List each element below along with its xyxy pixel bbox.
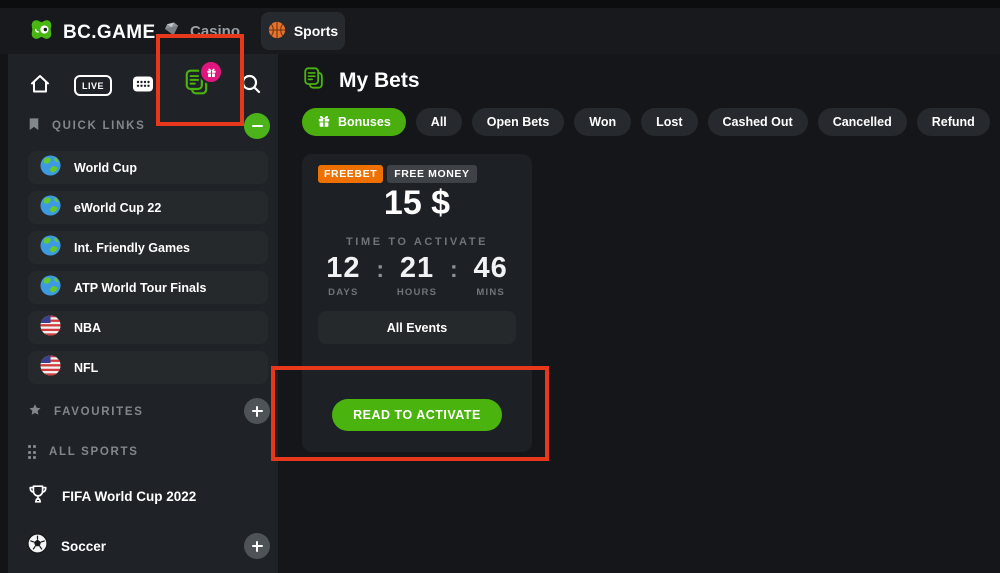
my-bets-nav-button[interactable] [183, 68, 211, 101]
countdown-hours: 21 HOURS [388, 252, 446, 298]
globe-icon [40, 195, 61, 221]
globe-icon [40, 235, 61, 261]
sidebar-item-label: NFL [74, 361, 98, 375]
quick-links-header: QUICK LINKS [28, 118, 145, 134]
topbar-tab-casino[interactable]: Casino [163, 19, 240, 43]
filter-tab-label: Won [589, 115, 616, 129]
filter-tab-label: Cashed Out [723, 115, 793, 129]
expand-soccer-button[interactable] [244, 533, 270, 559]
live-label: LIVE [82, 81, 104, 91]
bonus-amount: 15 $ [302, 184, 532, 223]
countdown-timer: 12 DAYS : 21 HOURS : 46 MINS [302, 252, 532, 298]
topbar: BC.GAME Casino Sports [0, 8, 1000, 54]
topbar-tab-sports[interactable]: Sports [261, 12, 345, 50]
freebet-badge: FREEBET [318, 165, 383, 183]
countdown-separator: : [450, 252, 458, 283]
filter-tab-cashed-out[interactable]: Cashed Out [708, 108, 808, 136]
favourites-header: FAVOURITES [28, 404, 144, 420]
sidebar-item-label: ATP World Tour Finals [74, 281, 206, 295]
sidebar-item-soccer[interactable]: Soccer [27, 532, 106, 560]
us-flag-icon [40, 355, 61, 381]
bookmark-icon [28, 117, 40, 136]
sidebar-item-label: World Cup [74, 161, 137, 175]
countdown-mins: 46 MINS [462, 252, 520, 298]
sidebar-item-nfl[interactable]: NFL [28, 351, 268, 384]
add-favourite-button[interactable] [244, 398, 270, 424]
sidebar-item-label: Soccer [61, 539, 106, 554]
globe-icon [40, 155, 61, 181]
bet-filter-tabs: Bonuses All Open Bets Won Lost Cashed Ou… [302, 108, 990, 136]
bcgame-logo-icon [28, 17, 55, 49]
soccer-ball-icon [27, 533, 48, 559]
gem-icon [163, 20, 181, 42]
filter-tab-all[interactable]: All [416, 108, 462, 136]
page-title-row: My Bets [302, 66, 420, 95]
bonus-badges: FREEBET FREE MONEY [318, 165, 477, 183]
filter-tab-label: All [431, 115, 447, 129]
casino-tab-label: Casino [190, 23, 240, 40]
search-button[interactable] [239, 72, 263, 101]
home-icon [28, 83, 52, 100]
filter-tab-won[interactable]: Won [574, 108, 631, 136]
sidebar-item-atp-world-tour-finals[interactable]: ATP World Tour Finals [28, 271, 268, 304]
window-top-edge [0, 0, 1000, 8]
bet-slip-icon [183, 83, 211, 100]
sidebar-scroll-strip[interactable] [0, 54, 8, 573]
us-flag-icon [40, 315, 61, 341]
bonus-gift-badge-icon [199, 60, 223, 84]
brand-logo[interactable]: BC.GAME [28, 17, 156, 49]
all-sports-header: ALL SPORTS [28, 444, 139, 460]
sidebar-item-int-friendly-games[interactable]: Int. Friendly Games [28, 231, 268, 264]
page-title: My Bets [339, 69, 420, 93]
all-events-button[interactable]: All Events [318, 311, 516, 344]
filter-tab-label: Refund [932, 115, 975, 129]
schedule-nav-button[interactable] [131, 72, 155, 101]
sidebar: LIVE [0, 54, 278, 573]
sidebar-item-label: eWorld Cup 22 [74, 201, 161, 215]
sidebar-item-fifa-world-cup-2022[interactable]: FIFA World Cup 2022 [27, 482, 196, 510]
sidebar-item-label: FIFA World Cup 2022 [62, 489, 196, 504]
filter-tab-lost[interactable]: Lost [641, 108, 697, 136]
sidebar-item-eworld-cup[interactable]: eWorld Cup 22 [28, 191, 268, 224]
calendar-icon [131, 83, 155, 100]
bet-slip-icon [302, 66, 326, 95]
live-icon: LIVE [74, 75, 112, 96]
filter-tab-refund[interactable]: Refund [917, 108, 990, 136]
live-nav-button[interactable]: LIVE [74, 75, 112, 96]
all-sports-label: ALL SPORTS [49, 446, 139, 458]
filter-tab-cancelled[interactable]: Cancelled [818, 108, 907, 136]
countdown-days: 12 DAYS [314, 252, 372, 298]
sidebar-item-label: Int. Friendly Games [74, 241, 190, 255]
quick-links-label: QUICK LINKS [52, 120, 145, 132]
filter-tab-label: Lost [656, 115, 682, 129]
filter-tab-bonuses[interactable]: Bonuses [302, 108, 406, 136]
sports-tab-label: Sports [294, 23, 338, 39]
globe-icon [40, 275, 61, 301]
brand-name: BC.GAME [63, 22, 156, 44]
main-content: My Bets Bonuses All Open Bets Won Lost C… [278, 54, 1000, 573]
filter-tab-label: Bonuses [338, 115, 391, 129]
quick-links-list: World Cup eWorld Cup 22 Int. Friendly Ga… [28, 151, 268, 384]
read-to-activate-button[interactable]: READ TO ACTIVATE [332, 399, 502, 431]
trophy-icon [27, 483, 49, 510]
bonus-card: FREEBET FREE MONEY 15 $ TIME TO ACTIVATE… [302, 154, 532, 452]
grid-icon [28, 445, 37, 458]
sidebar-item-label: NBA [74, 321, 101, 335]
countdown-title: TIME TO ACTIVATE [302, 236, 532, 248]
sidebar-item-world-cup[interactable]: World Cup [28, 151, 268, 184]
favourites-label: FAVOURITES [54, 406, 144, 418]
home-nav-button[interactable] [28, 72, 52, 101]
free-money-badge: FREE MONEY [387, 165, 476, 183]
filter-tab-open-bets[interactable]: Open Bets [472, 108, 565, 136]
filter-tab-label: Cancelled [833, 115, 892, 129]
search-icon [239, 83, 263, 100]
star-icon [28, 403, 42, 422]
collapse-quick-links-button[interactable] [244, 113, 270, 139]
gift-icon [317, 114, 331, 131]
filter-tab-label: Open Bets [487, 115, 550, 129]
sidebar-item-nba[interactable]: NBA [28, 311, 268, 344]
countdown-separator: : [376, 252, 384, 283]
basketball-icon [268, 21, 286, 42]
